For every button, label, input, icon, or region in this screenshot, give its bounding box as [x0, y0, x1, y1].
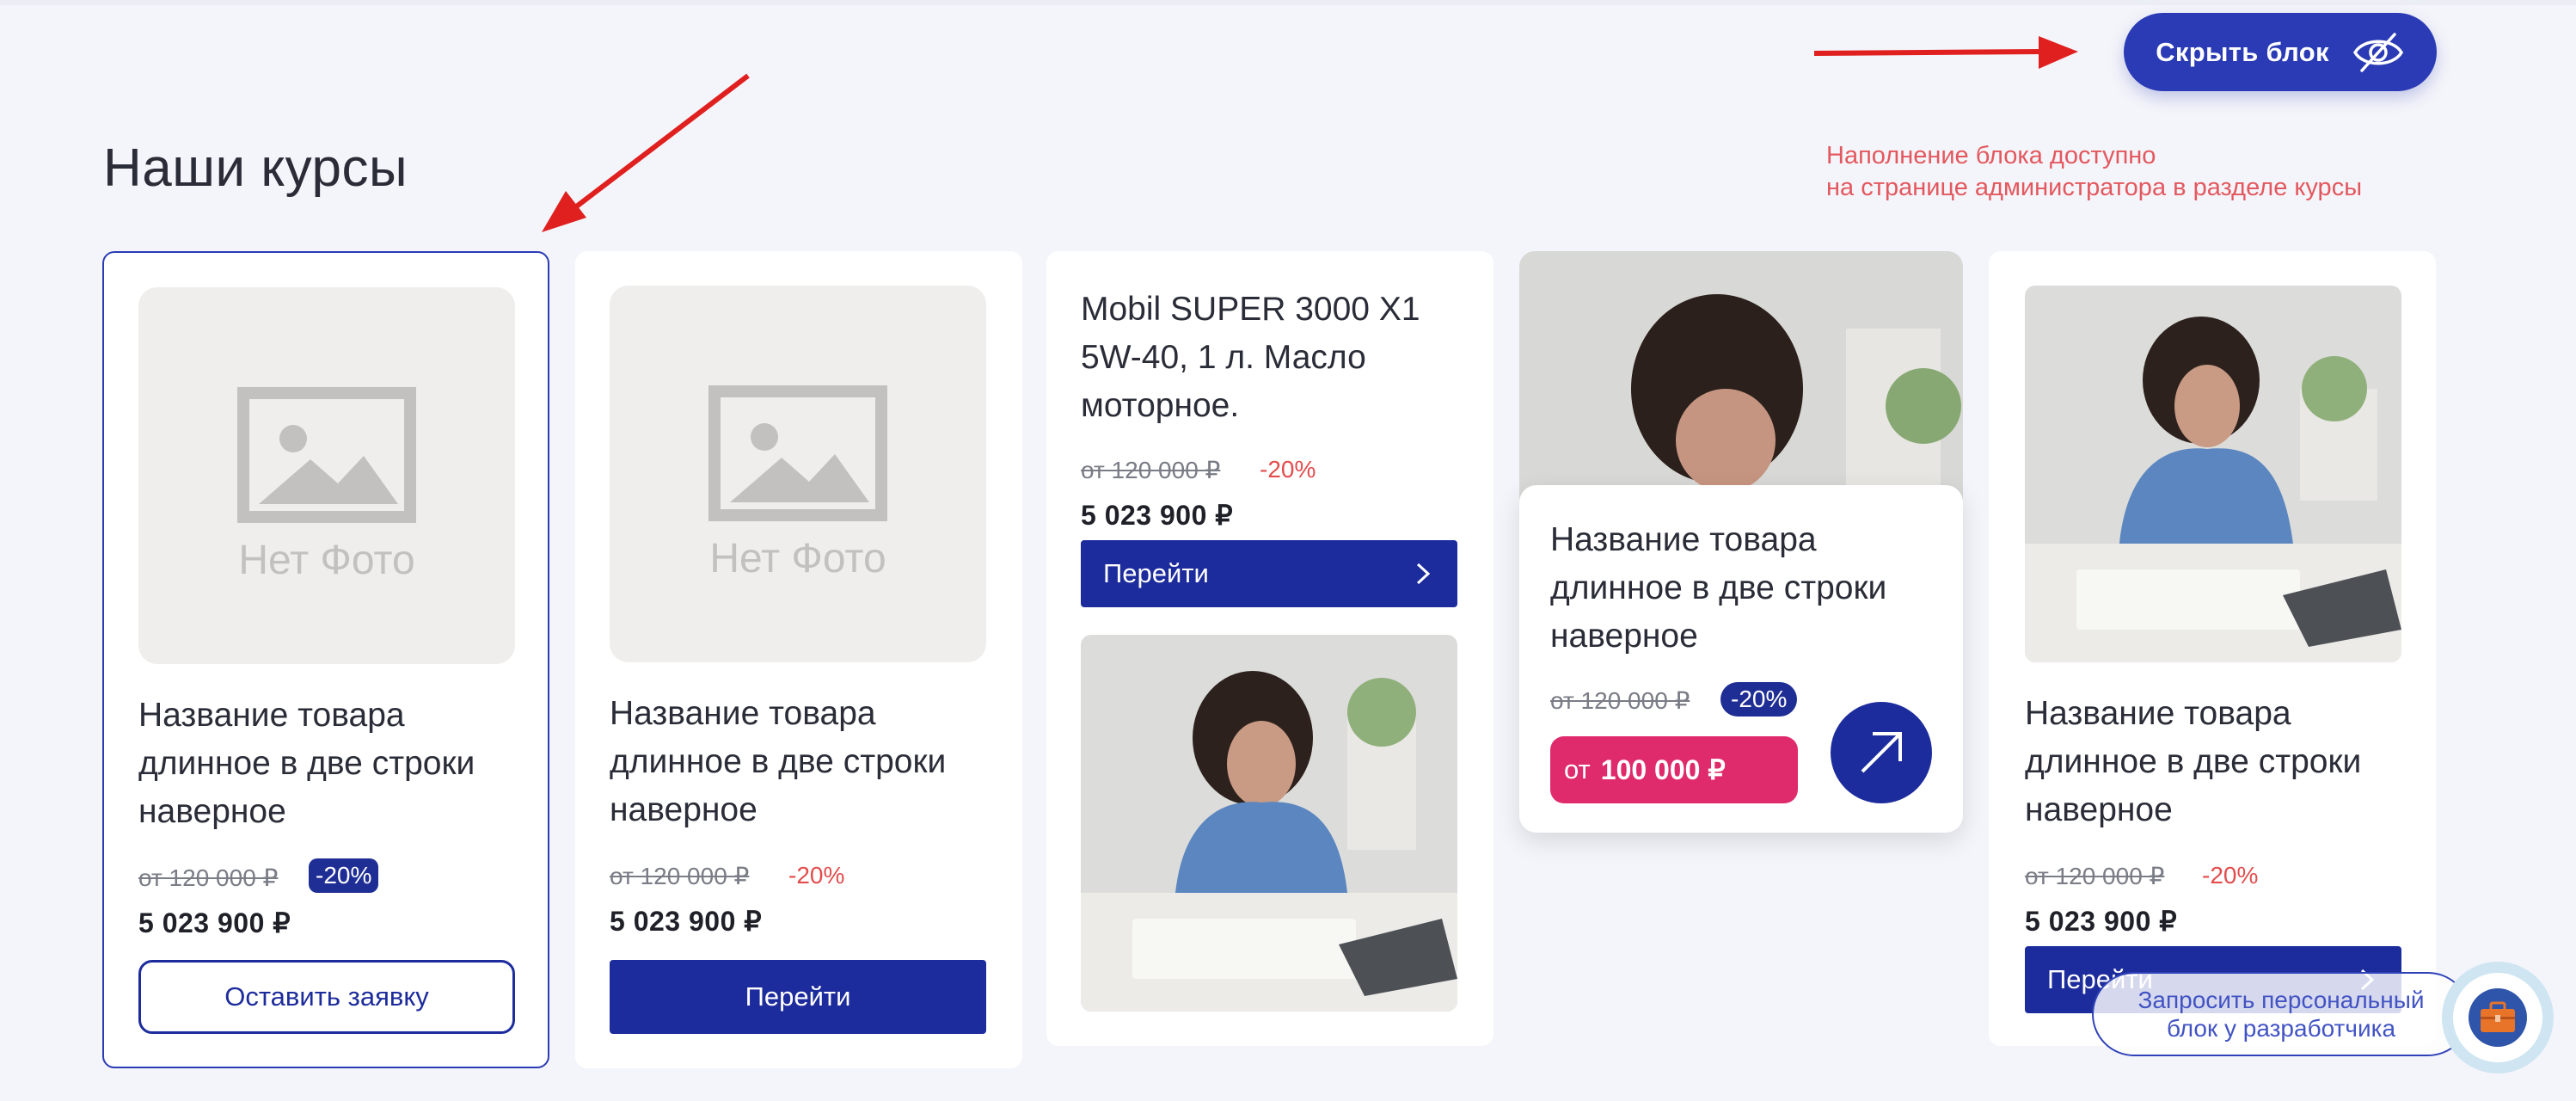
request-personal-block-button[interactable]: Запросить персональный блок у разработчи… — [2092, 972, 2470, 1056]
price-from-label: от — [1564, 754, 1591, 784]
course-card-4-photo — [1519, 251, 1963, 501]
discount-label: -20% — [788, 862, 845, 889]
admin-note-line2: на странице администратора в разделе кур… — [1826, 174, 2363, 201]
no-photo-label: Нет Фото — [709, 536, 886, 581]
no-photo-label: Нет Фото — [238, 538, 415, 583]
leave-request-button[interactable]: Оставить заявку — [138, 960, 515, 1034]
image-placeholder-icon — [708, 385, 887, 521]
no-photo-placeholder: Нет Фото — [610, 286, 986, 662]
image-placeholder-icon — [237, 387, 416, 523]
card-title: Mobil SUPER 3000 X1 5W-40, 1 л. Масло мо… — [1081, 291, 1420, 424]
discount-badge: -20% — [1720, 682, 1798, 717]
annotation-arrow-to-card — [542, 73, 750, 232]
course-photo — [2025, 286, 2401, 662]
request-icon-circle — [2469, 988, 2527, 1047]
discount-label: -20% — [1260, 456, 1316, 483]
price: 100 000 ₽ — [1600, 754, 1726, 785]
price: 5 023 900 ₽ — [610, 906, 763, 937]
admin-note: Наполнение блока доступно на странице ад… — [1826, 140, 2445, 204]
card-title: Название товара длинное в две строки нав… — [1550, 521, 1887, 655]
top-divider — [0, 0, 2576, 5]
old-price: от 120 000 ₽ — [138, 864, 279, 891]
request-icon-ring — [2442, 962, 2554, 1073]
student-photo-illustration — [1081, 635, 1457, 1012]
course-photo — [1081, 635, 1457, 1012]
chevron-right-icon — [1416, 563, 1431, 585]
price: 5 023 900 ₽ — [2025, 906, 2178, 937]
toolbox-icon — [2481, 1001, 2515, 1032]
annotation-arrow-to-hide-button — [1813, 36, 2078, 69]
hide-block-label: Скрыть блок — [2156, 36, 2329, 67]
request-icon-button[interactable] — [2453, 973, 2542, 1062]
course-card-3[interactable]: Mobil SUPER 3000 X1 5W-40, 1 л. Масло мо… — [1046, 251, 1493, 1046]
course-card-4[interactable]: Название товара длинное в две строки нав… — [1519, 485, 1963, 833]
student-photo-illustration — [2025, 286, 2401, 662]
price-from-button[interactable]: от 100 000 ₽ — [1550, 736, 1798, 803]
go-button-label: Перейти — [1103, 558, 1209, 588]
arrow-up-right-icon — [1861, 732, 1902, 773]
request-line1: Запросить персональный — [2137, 987, 2425, 1013]
old-price: от 120 000 ₽ — [1550, 687, 1690, 714]
no-photo-placeholder: Нет Фото — [138, 287, 515, 664]
go-button[interactable]: Перейти — [1081, 540, 1457, 607]
admin-note-line1: Наполнение блока доступно — [1826, 142, 2156, 169]
open-course-button[interactable] — [1831, 702, 1932, 803]
card-title: Название товара длинное в две строки нав… — [138, 697, 475, 830]
request-line2: блок у разработчика — [2166, 1015, 2396, 1042]
course-card-1[interactable]: Нет Фото Название товара длинное в две с… — [102, 251, 549, 1068]
price: 5 023 900 ₽ — [138, 907, 291, 938]
go-button[interactable]: Перейти — [610, 960, 986, 1034]
eye-off-icon — [2352, 32, 2403, 72]
old-price: от 120 000 ₽ — [1081, 457, 1221, 483]
card-title: Название товара длинное в две строки нав… — [2025, 695, 2362, 828]
course-card-2[interactable]: Нет Фото Название товара длинное в две с… — [575, 251, 1022, 1068]
discount-badge: -20% — [309, 858, 379, 893]
hide-block-button[interactable]: Скрыть блок — [2124, 13, 2437, 91]
old-price: от 120 000 ₽ — [2025, 863, 2165, 889]
course-card-5[interactable]: Название товара длинное в две строки нав… — [1989, 251, 2436, 1046]
discount-label: -20% — [2202, 862, 2259, 889]
student-photo-illustration — [1519, 251, 1963, 501]
section-title: Наши курсы — [103, 138, 408, 198]
old-price: от 120 000 ₽ — [610, 863, 750, 889]
card-title: Название товара длинное в две строки нав… — [610, 695, 947, 828]
price: 5 023 900 ₽ — [1081, 500, 1234, 531]
